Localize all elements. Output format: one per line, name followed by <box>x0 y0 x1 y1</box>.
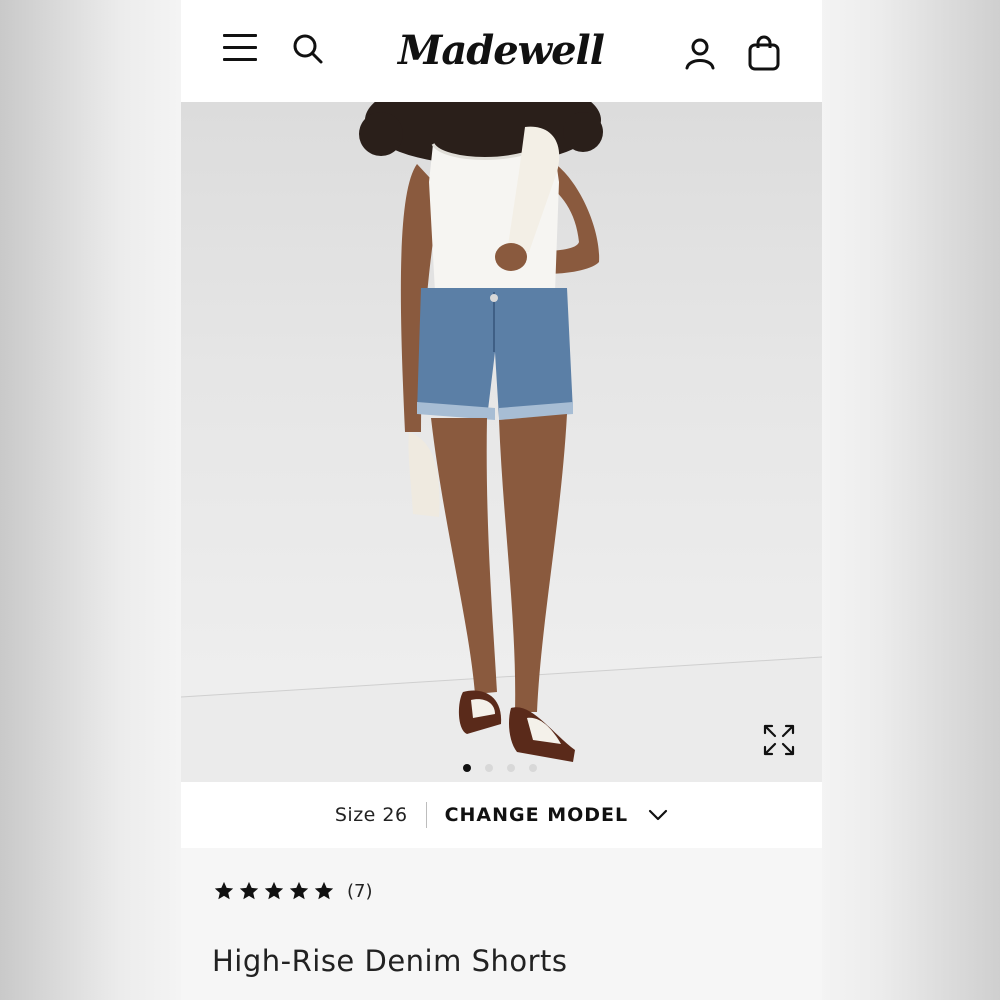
brand-logo[interactable]: Madewell <box>381 20 621 80</box>
star-icon <box>239 881 259 900</box>
bag-icon[interactable] <box>747 34 781 72</box>
carousel-dots <box>463 764 537 772</box>
model-photo <box>181 102 822 782</box>
divider <box>425 802 427 828</box>
product-details: (7) High-Rise Denim Shorts <box>181 848 822 1000</box>
carousel-dot[interactable] <box>463 764 471 772</box>
star-icon <box>314 881 334 900</box>
change-model-label: CHANGE MODEL <box>444 804 629 826</box>
model-size-bar: Size 26 CHANGE MODEL <box>181 782 822 848</box>
star-icon <box>214 881 234 900</box>
expand-icon[interactable] <box>761 722 797 758</box>
star-icon <box>289 881 309 900</box>
product-image[interactable] <box>181 102 822 782</box>
menu-icon[interactable] <box>223 34 257 62</box>
site-header: Madewell <box>181 0 822 102</box>
product-title: High-Rise Denim Shorts <box>212 944 568 978</box>
change-model-button[interactable]: CHANGE MODEL <box>445 804 669 826</box>
model-size-label: Size 26 <box>334 804 408 826</box>
mobile-page: Madewell Size 26 CHANGE MODEL (7) High-R… <box>181 0 822 1000</box>
search-icon[interactable] <box>291 32 325 66</box>
rating-summary[interactable]: (7) <box>213 880 373 902</box>
star-rating <box>213 880 335 902</box>
carousel-dot[interactable] <box>485 764 493 772</box>
star-icon <box>264 881 284 900</box>
carousel-dot[interactable] <box>507 764 515 772</box>
review-count: (7) <box>347 880 373 902</box>
account-icon[interactable] <box>683 36 717 70</box>
carousel-dot[interactable] <box>529 764 537 772</box>
chevron-down-icon <box>649 809 668 821</box>
